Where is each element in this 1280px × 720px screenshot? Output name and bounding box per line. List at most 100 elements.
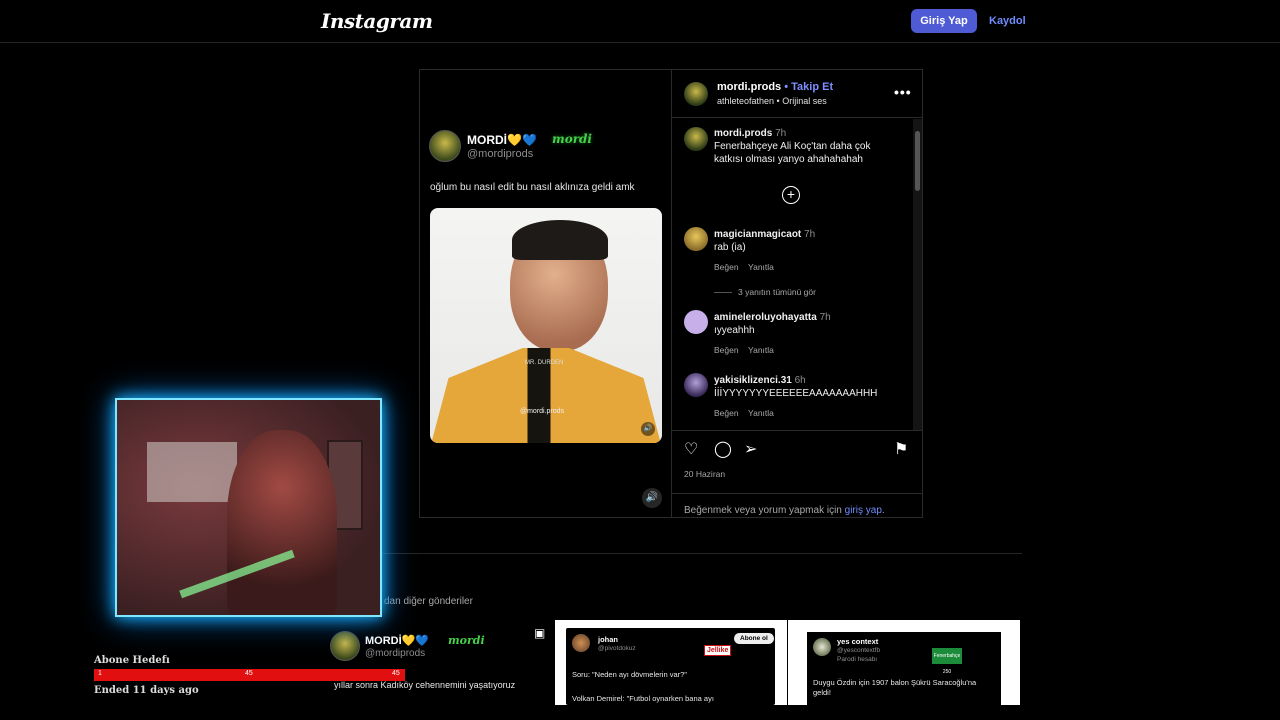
comment-username[interactable]: magicianmagicaot [714, 229, 801, 240]
card-badge: mordi [448, 634, 485, 647]
reels-icon: ▣ [534, 626, 546, 640]
post-date: 20 Haziran [684, 469, 726, 479]
comment-avatar[interactable] [684, 373, 708, 397]
card-text: Duygu Özdin için 1907 balon Şükrü Saraco… [813, 678, 977, 697]
comment-text: rab (ia) [714, 242, 746, 253]
card-name: johan [598, 635, 618, 644]
reply-button[interactable]: Yanıtla [748, 345, 774, 355]
like-comment-button[interactable]: Beğen [714, 262, 739, 272]
heart-icon[interactable]: ♡ [684, 439, 698, 459]
post-media[interactable]: MORDİ💛💙 @mordiprods mordi oğlum bu nasıl… [420, 70, 672, 517]
reply-button[interactable]: Yanıtla [748, 262, 774, 272]
video-sound-icon[interactable]: 🔊 [641, 422, 655, 436]
goal-middle: 45 [245, 670, 253, 677]
card-avatar [572, 634, 590, 652]
video-watermark: @mordi.prods [520, 408, 565, 415]
comments-list[interactable]: mordi.prods 7h Fenerbahçeye Ali Koç'tan … [672, 119, 922, 430]
comments-scrollbar[interactable] [913, 119, 922, 430]
card-tweet: yes context @yescontextfb Parodi hesabı … [807, 632, 1001, 705]
post-header: mordi.prods • Takip Et athleteofathen • … [672, 70, 922, 118]
view-replies[interactable]: 3 yanıtın tümünü gör [714, 287, 816, 297]
streamer-figure [227, 430, 337, 615]
card-answer: Volkan Demirel: "Futbol oynarken bana ay… [572, 694, 714, 703]
comment-item: yakisiklizenci.31 6h İİİYYYYYYYEEEEEEAAA… [714, 374, 877, 400]
subscribe-pill: Abone ol [734, 633, 774, 644]
audio-line[interactable]: athleteofathen • Orijinal ses [717, 96, 827, 106]
video-tag: MR. DURDEN [525, 360, 564, 366]
comment-time: 7h [819, 312, 831, 323]
login-prompt-suffix: . [881, 505, 885, 516]
post-modal: MORDİ💛💙 @mordiprods mordi oğlum bu nasıl… [419, 69, 923, 518]
author-username[interactable]: mordi.prods [717, 81, 781, 93]
like-comment-button[interactable]: Beğen [714, 408, 739, 418]
login-prompt: Beğenmek veya yorum yapmak için giriş ya… [672, 493, 922, 527]
comment-actions: Beğen Yanıtla [714, 408, 774, 418]
post-actions: ♡ ◯ ➢ ⚑ 20 Haziran Beğenmek veya yorum y… [672, 430, 922, 517]
comment-avatar[interactable] [684, 227, 708, 251]
caption-time: 7h [775, 128, 787, 139]
top-navbar: Instagram Giriş Yap Kaydol [0, 0, 1280, 43]
load-more-comments-icon[interactable]: + [782, 186, 800, 204]
more-post-card[interactable]: yes context @yescontextfb Parodi hesabı … [788, 620, 1020, 705]
webcam-whiteboard [147, 442, 237, 502]
goal-target: 45 [392, 670, 400, 677]
tweet-text: oğlum bu nasıl edit bu nasıl aklınıza ge… [430, 182, 635, 193]
author-username-line: mordi.prods • Takip Et [717, 81, 833, 93]
caption: mordi.prods 7h Fenerbahçeye Ali Koç'tan … [714, 127, 894, 166]
caption-username[interactable]: mordi.prods [714, 128, 772, 139]
comment-item: magicianmagicaot 7h rab (ia) [714, 228, 815, 254]
card-sticker: Jellike [704, 645, 732, 656]
share-icon[interactable]: ➢ [744, 439, 757, 459]
card-image-badge: Fenerbahçe 250 [932, 648, 962, 675]
comment-username[interactable]: amineleroluyohayatta [714, 312, 817, 323]
mordi-logo-badge: mordi [552, 132, 592, 146]
comment-actions: Beğen Yanıtla [714, 262, 774, 272]
comment-username[interactable]: yakisiklizenci.31 [714, 375, 792, 386]
card-name: yes context [837, 637, 879, 646]
more-post-card[interactable]: MORDİ💛💙 @mordiprods mordi ▣ yıllar sonra… [322, 620, 554, 705]
subscriber-goal-title: Abone Hedefı [94, 655, 170, 666]
card-handle: @pivotdokuz [598, 645, 636, 652]
bookmark-icon[interactable]: ⚑ [894, 439, 908, 459]
more-options-icon[interactable]: ••• [894, 84, 912, 100]
tweet-avatar [429, 130, 461, 162]
card-handle: @yescontextfb [837, 647, 881, 654]
card-avatar [330, 631, 360, 661]
more-posts-title: dan diğer gönderiler [384, 596, 473, 607]
comment-actions: Beğen Yanıtla [714, 345, 774, 355]
card-avatar [813, 638, 831, 656]
scrollbar-thumb[interactable] [915, 131, 920, 191]
tweet-name: MORDİ💛💙 [467, 133, 537, 147]
caption-avatar[interactable] [684, 127, 708, 151]
card-subline: Parodi hesabı [837, 656, 878, 663]
post-sidebar: mordi.prods • Takip Et athleteofathen • … [672, 70, 922, 517]
webcam-overlay [115, 398, 382, 617]
video-frame[interactable]: MR. DURDEN @mordi.prods 🔊 [430, 208, 662, 443]
person-hair [512, 220, 608, 260]
signup-link[interactable]: Kaydol [989, 9, 1026, 33]
author-avatar[interactable] [684, 82, 708, 106]
login-prompt-text: Beğenmek veya yorum yapmak için [684, 505, 842, 516]
comment-avatar[interactable] [684, 310, 708, 334]
login-link[interactable]: giriş yap [845, 505, 882, 516]
reply-button[interactable]: Yanıtla [748, 408, 774, 418]
login-button[interactable]: Giriş Yap [911, 9, 977, 33]
like-comment-button[interactable]: Beğen [714, 345, 739, 355]
card-question: Soru: "Neden ayı dövmelerin var?" [572, 670, 687, 679]
comment-item: amineleroluyohayatta 7h ıyyeahhh [714, 311, 831, 337]
view-replies-label[interactable]: 3 yanıtın tümünü gör [738, 287, 816, 297]
caption-text: Fenerbahçeye Ali Koç'tan daha çok katkıs… [714, 141, 871, 165]
more-post-card[interactable]: johan @pivotdokuz Abone ol Jellike Soru:… [555, 620, 787, 705]
comment-icon[interactable]: ◯ [714, 439, 732, 459]
comment-text: İİİYYYYYYYEEEEEEAAAAAAAHHH [714, 388, 878, 399]
comment-time: 6h [794, 375, 806, 386]
goal-ended-label: Ended 11 days ago [94, 685, 199, 696]
goal-current: 1 [98, 670, 102, 677]
card-tweet: johan @pivotdokuz Abone ol Jellike Soru:… [566, 628, 775, 705]
instagram-logo[interactable]: Instagram [321, 9, 433, 33]
comment-time: 7h [804, 229, 816, 240]
card-handle: @mordiprods [365, 648, 426, 659]
comment-text: ıyyeahhh [714, 325, 755, 336]
follow-button[interactable]: • Takip Et [784, 81, 833, 93]
sound-toggle-icon[interactable]: 🔊 [642, 488, 662, 508]
